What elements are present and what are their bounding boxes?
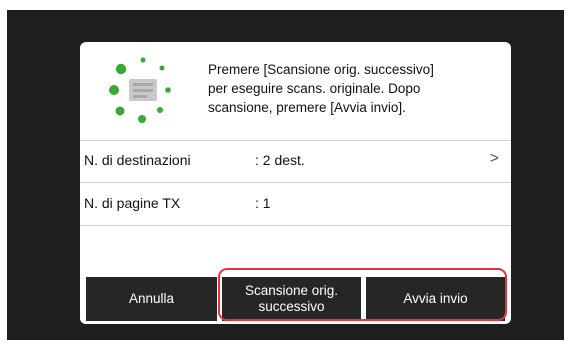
chevron-right-icon: > [489,150,499,167]
message-area: Premere [Scansione orig. successivo] per… [80,42,511,141]
message-line: scansione, premere [Avvia invio]. [208,100,406,115]
message-line: per eseguire scans. originale. Dopo [208,81,421,96]
highlight-frame [218,268,507,321]
pages-value: : 1 [255,195,271,211]
pages-label: N. di pagine TX [84,195,181,211]
instruction-message: Premere [Scansione orig. successivo] per… [208,60,498,117]
pages-row: N. di pagine TX : 1 [80,183,511,226]
message-line: Premere [Scansione orig. successivo] [208,62,434,77]
cancel-button-label: Annulla [128,291,175,306]
empty-row [80,226,511,271]
scan-progress-icon [109,57,171,123]
cancel-button[interactable]: Annulla [86,277,217,321]
destinations-value: : 2 dest. [255,152,305,168]
destinations-row[interactable]: N. di destinazioni : 2 dest. > [80,140,511,183]
destinations-label: N. di destinazioni [84,152,191,168]
